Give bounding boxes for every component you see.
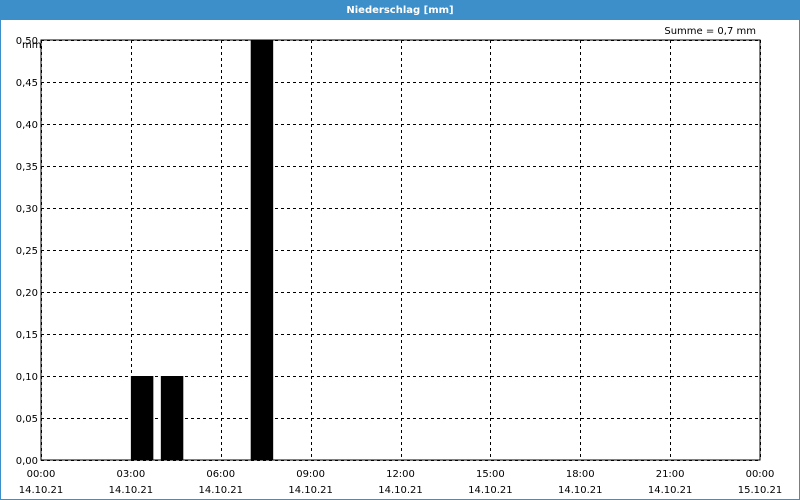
bars bbox=[130, 40, 274, 460]
x-tick-time: 00:00 bbox=[27, 469, 56, 480]
x-tick-date: 14.10.21 bbox=[558, 485, 603, 496]
y-tick-label: 0,05 bbox=[16, 414, 38, 425]
x-tick-time: 09:00 bbox=[296, 469, 325, 480]
x-tick-time: 21:00 bbox=[656, 469, 685, 480]
precipitation-chart: mm Summe = 0,7 mm 0,000,050,100,150,200,… bbox=[16, 26, 783, 496]
x-tick-date: 14.10.21 bbox=[648, 485, 693, 496]
precipitation-bar bbox=[130, 376, 154, 460]
x-tick-time: 03:00 bbox=[116, 469, 145, 480]
y-tick-label: 0,15 bbox=[16, 330, 38, 341]
x-tick-time: 12:00 bbox=[386, 469, 415, 480]
y-tick-label: 0,50 bbox=[16, 36, 38, 47]
y-tick-label: 0,40 bbox=[16, 120, 38, 131]
x-tick-time: 15:00 bbox=[476, 469, 505, 480]
x-tick-date: 14.10.21 bbox=[288, 485, 333, 496]
x-tick-date: 14.10.21 bbox=[19, 485, 64, 496]
y-axis-ticks: 0,00 0,05 0,10 0,15 0,20 0,25 0,30 0,35 0,40 0,45… bbox=[16, 36, 38, 467]
x-tick-date: 15.10.21 bbox=[738, 485, 783, 496]
y-tick-label: 0,25 bbox=[16, 246, 38, 257]
x-tick-time: 06:00 bbox=[206, 469, 235, 480]
x-tick-date: 14.10.21 bbox=[109, 485, 154, 496]
x-tick-time: 00:00 bbox=[746, 469, 775, 480]
precipitation-bar bbox=[160, 376, 184, 460]
y-tick-label: 0,45 bbox=[16, 78, 38, 89]
sum-label: Summe = 0,7 mm bbox=[664, 26, 756, 37]
y-tick-label: 0,00 bbox=[16, 456, 38, 467]
x-tick-time: 18:00 bbox=[566, 469, 595, 480]
y-tick-label: 0,20 bbox=[16, 288, 38, 299]
precipitation-bar bbox=[250, 40, 274, 460]
y-tick-label: 0,30 bbox=[16, 204, 38, 215]
x-tick-date: 14.10.21 bbox=[198, 485, 243, 496]
y-tick-label: 0,35 bbox=[16, 162, 38, 173]
x-tick-date: 14.10.21 bbox=[378, 485, 423, 496]
x-axis-ticks: 00:00 14.10.21 03:00 14.10.21 06:00 14.10.21 0… bbox=[19, 469, 783, 496]
y-tick-label: 0,10 bbox=[16, 372, 38, 383]
x-tick-date: 14.10.21 bbox=[468, 485, 513, 496]
